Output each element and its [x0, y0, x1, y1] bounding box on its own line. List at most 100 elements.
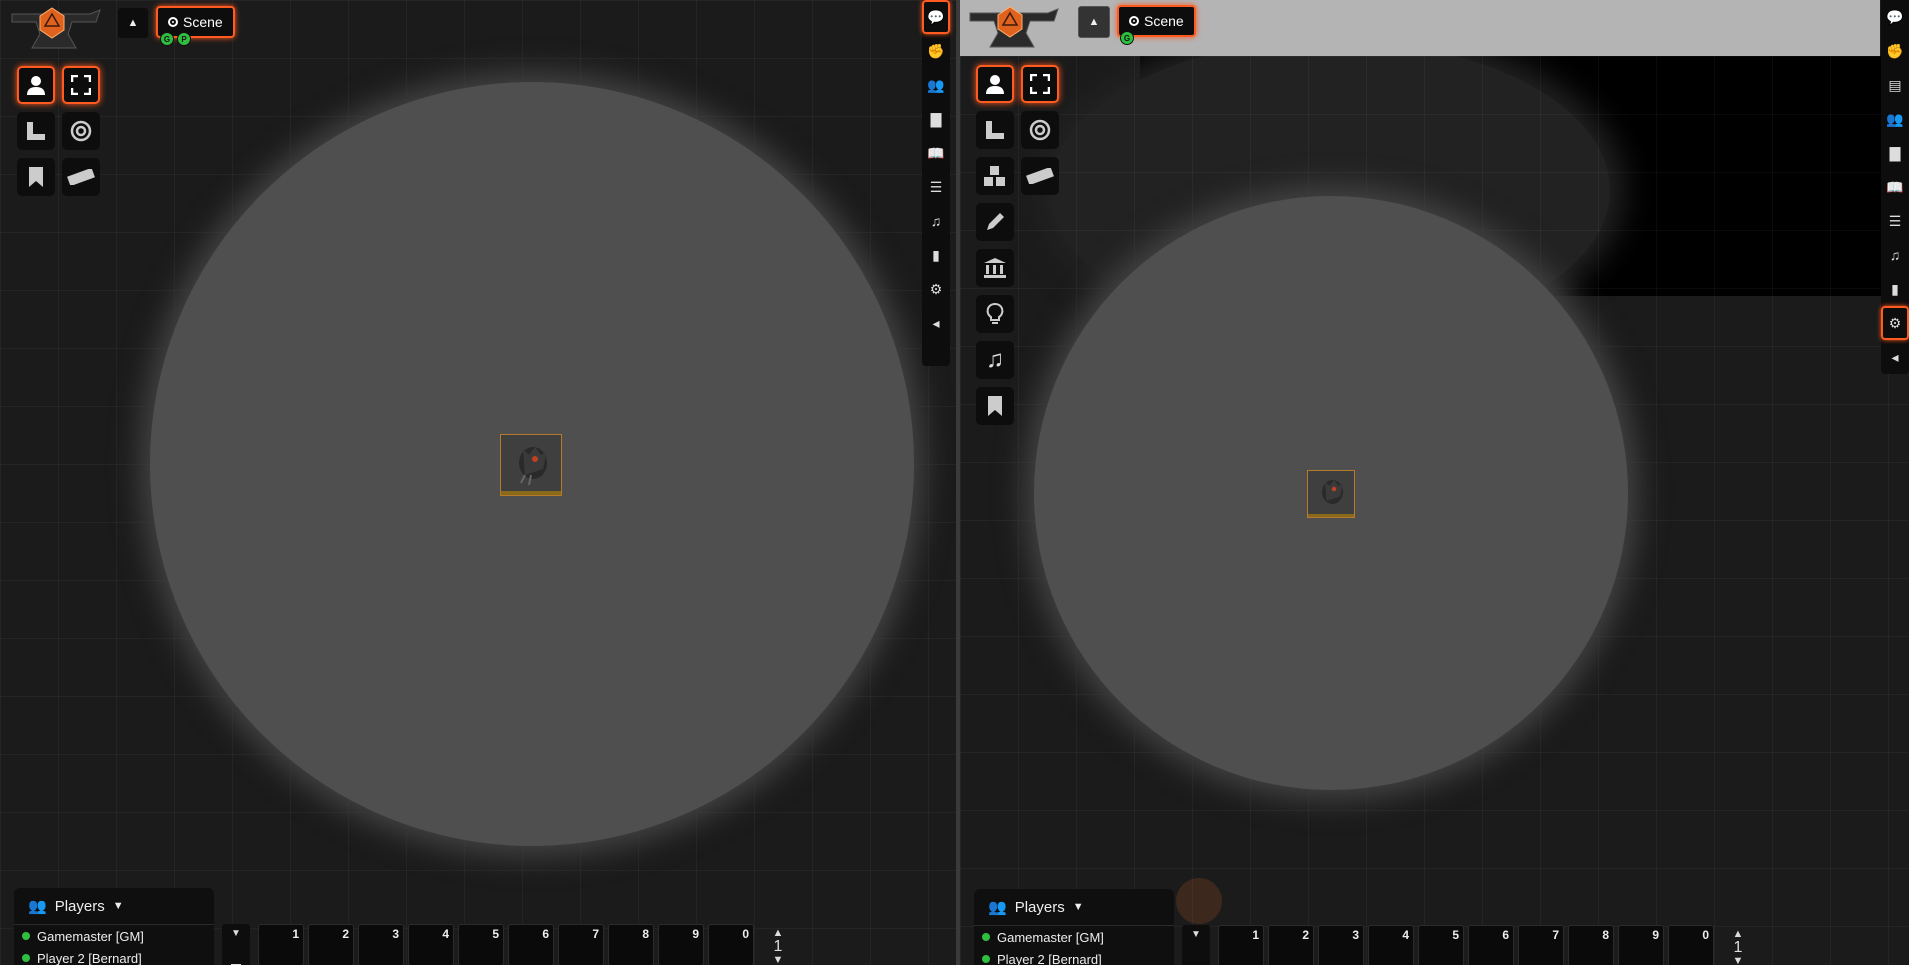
- tab-settings[interactable]: ⚙: [1881, 306, 1909, 340]
- players-panel: 👥 Players ▼ Gamemaster [GM] Player 2 [Be…: [14, 888, 214, 965]
- macro-slot[interactable]: 4: [1368, 925, 1414, 965]
- slot-number: 0: [742, 927, 749, 941]
- journal-icon: 📖: [1886, 178, 1904, 195]
- right-client-view: ▲ Scene G ♫ 💬 ✊ ▤ 👥 ▇ 📖 ☰ ♫ ▮ ⚙ ◂ 👥 Play…: [960, 0, 1909, 965]
- macro-slot[interactable]: 9: [658, 924, 704, 965]
- character-token[interactable]: [1307, 470, 1355, 518]
- macro-slot[interactable]: 0: [708, 924, 754, 965]
- tab-scenes[interactable]: ▤: [1881, 68, 1909, 102]
- player-name: Player 2 [Bernard]: [37, 950, 142, 965]
- player-name: Player 2 [Bernard]: [997, 951, 1102, 965]
- macro-slot[interactable]: 8: [1568, 925, 1614, 965]
- macro-slot[interactable]: 7: [558, 924, 604, 965]
- macro-slot[interactable]: 6: [508, 924, 554, 965]
- ruler-button[interactable]: [1021, 157, 1059, 195]
- token-health-bar: [1308, 514, 1354, 517]
- ruler-icon: [67, 169, 95, 185]
- collapse-icon: ◂: [1891, 348, 1899, 365]
- nav-toggle-button[interactable]: ▲: [118, 8, 148, 38]
- nav-toggle-button[interactable]: ▲: [1078, 6, 1110, 38]
- ember-glow: [1176, 878, 1222, 924]
- macro-slot[interactable]: 9: [1618, 925, 1664, 965]
- target-button[interactable]: [62, 112, 100, 150]
- character-token[interactable]: [500, 434, 562, 496]
- scene-icon: [168, 17, 178, 27]
- hotbar-page-control: ▲ 1 ▼: [764, 928, 792, 965]
- macro-slot[interactable]: 8: [608, 924, 654, 965]
- fullscreen-button[interactable]: [62, 66, 100, 104]
- tiles-button[interactable]: [976, 157, 1014, 195]
- tab-items[interactable]: ▇: [1881, 136, 1909, 170]
- tab-journal[interactable]: 📖: [922, 136, 950, 170]
- fullscreen-button[interactable]: [1021, 65, 1059, 103]
- sidebar-collapse-button[interactable]: ◂: [922, 306, 950, 340]
- token-controls-icon: [27, 76, 45, 95]
- notes-button[interactable]: [17, 158, 55, 196]
- target-button[interactable]: [1021, 111, 1059, 149]
- tab-tables[interactable]: ☰: [922, 170, 950, 204]
- tab-playlists[interactable]: ♫: [922, 204, 950, 238]
- hotbar-directory-button[interactable]: ▼ ▬: [1182, 925, 1210, 965]
- journal-icon: 📖: [927, 144, 945, 161]
- macro-slot[interactable]: 0: [1668, 925, 1714, 965]
- folder-icon: ▬: [1191, 960, 1201, 965]
- token-health-bar: [501, 491, 561, 495]
- scene-icon: [1129, 16, 1139, 26]
- tab-compendium[interactable]: ▮: [922, 238, 950, 272]
- macro-slot[interactable]: 6: [1468, 925, 1514, 965]
- online-indicator: [982, 955, 990, 963]
- tab-compendium[interactable]: ▮: [1881, 272, 1909, 306]
- tab-combat[interactable]: ✊: [922, 34, 950, 68]
- player-row: Gamemaster [GM]: [974, 926, 1174, 948]
- macro-slot[interactable]: 1: [1218, 925, 1264, 965]
- walls-button[interactable]: [976, 249, 1014, 287]
- players-header[interactable]: 👥 Players ▼: [14, 888, 214, 925]
- page-down-icon[interactable]: ▼: [1733, 956, 1744, 965]
- tab-chat[interactable]: 💬: [1881, 0, 1909, 34]
- lighting-button[interactable]: [976, 295, 1014, 333]
- macro-slot[interactable]: 2: [308, 924, 354, 965]
- anvil-logo[interactable]: [10, 6, 102, 58]
- measure-button[interactable]: [976, 111, 1014, 149]
- slot-number: 6: [542, 927, 549, 941]
- anvil-logo[interactable]: [968, 5, 1060, 57]
- tables-icon: ☰: [1888, 212, 1902, 229]
- measure-button[interactable]: [17, 112, 55, 150]
- slot-number: 8: [1602, 928, 1609, 942]
- tab-tables[interactable]: ☰: [1881, 204, 1909, 238]
- user-badge: P: [177, 32, 191, 46]
- token-controls-button[interactable]: [976, 65, 1014, 103]
- macro-slot[interactable]: 4: [408, 924, 454, 965]
- token-controls-button[interactable]: [17, 66, 55, 104]
- macro-slot[interactable]: 3: [358, 924, 404, 965]
- macro-slot[interactable]: 5: [458, 924, 504, 965]
- tab-chat[interactable]: 💬: [922, 0, 950, 34]
- tab-playlists[interactable]: ♫: [1881, 238, 1909, 272]
- tab-settings[interactable]: ⚙: [922, 272, 950, 306]
- macro-slot[interactable]: 3: [1318, 925, 1364, 965]
- online-indicator: [982, 933, 990, 941]
- tab-actors[interactable]: 👥: [1881, 102, 1909, 136]
- sounds-button[interactable]: ♫: [976, 341, 1014, 379]
- ruler-button[interactable]: [62, 158, 100, 196]
- macro-slot[interactable]: 7: [1518, 925, 1564, 965]
- macro-slot[interactable]: 2: [1268, 925, 1314, 965]
- measure-icon: [27, 122, 45, 140]
- macro-hotbar: 1 2 3 4 5 6 7 8 9 0: [1218, 925, 1714, 965]
- tab-actors[interactable]: 👥: [922, 68, 950, 102]
- sidebar-collapse-button[interactable]: ◂: [1881, 340, 1909, 374]
- tab-items[interactable]: ▇: [922, 102, 950, 136]
- drawing-button[interactable]: [976, 203, 1014, 241]
- macro-slot[interactable]: 5: [1418, 925, 1464, 965]
- tab-combat[interactable]: ✊: [1881, 34, 1909, 68]
- left-client-view: ▲ Scene G P 💬 ✊ 👥 ▇ 📖 ☰ ♫ ▮ ⚙ ◂ 👥 Player…: [0, 0, 956, 965]
- tab-journal[interactable]: 📖: [1881, 170, 1909, 204]
- notes-button[interactable]: [976, 387, 1014, 425]
- hotbar-directory-button[interactable]: ▼ ▬: [222, 924, 250, 965]
- fullscreen-icon: [1030, 74, 1050, 94]
- player-name: Gamemaster [GM]: [997, 929, 1104, 945]
- macro-slot[interactable]: 1: [258, 924, 304, 965]
- page-down-icon[interactable]: ▼: [773, 955, 784, 965]
- players-header[interactable]: 👥 Players ▼: [974, 889, 1174, 926]
- tiles-icon: [984, 166, 1005, 186]
